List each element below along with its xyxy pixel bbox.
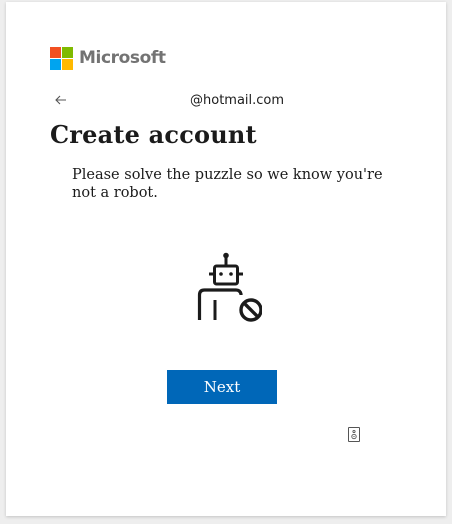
back-arrow-icon[interactable] (54, 93, 68, 107)
identity-email: @hotmail.com (190, 92, 285, 108)
puzzle-instructions: Please solve the puzzle so we know you'r… (72, 167, 383, 201)
brand-name: Microsoft (79, 48, 166, 68)
speaker-icon[interactable] (348, 427, 360, 442)
microsoft-logo: Microsoft (50, 46, 166, 70)
identity-banner: @hotmail.com (54, 90, 284, 110)
microsoft-logo-icon (50, 46, 73, 70)
next-button[interactable]: Next (167, 370, 277, 404)
signup-card: Microsoft @hotmail.com Create account Pl… (6, 2, 446, 516)
page-title: Create account (50, 120, 257, 149)
robot-blocked-icon (190, 252, 263, 324)
email-redacted (74, 92, 190, 108)
